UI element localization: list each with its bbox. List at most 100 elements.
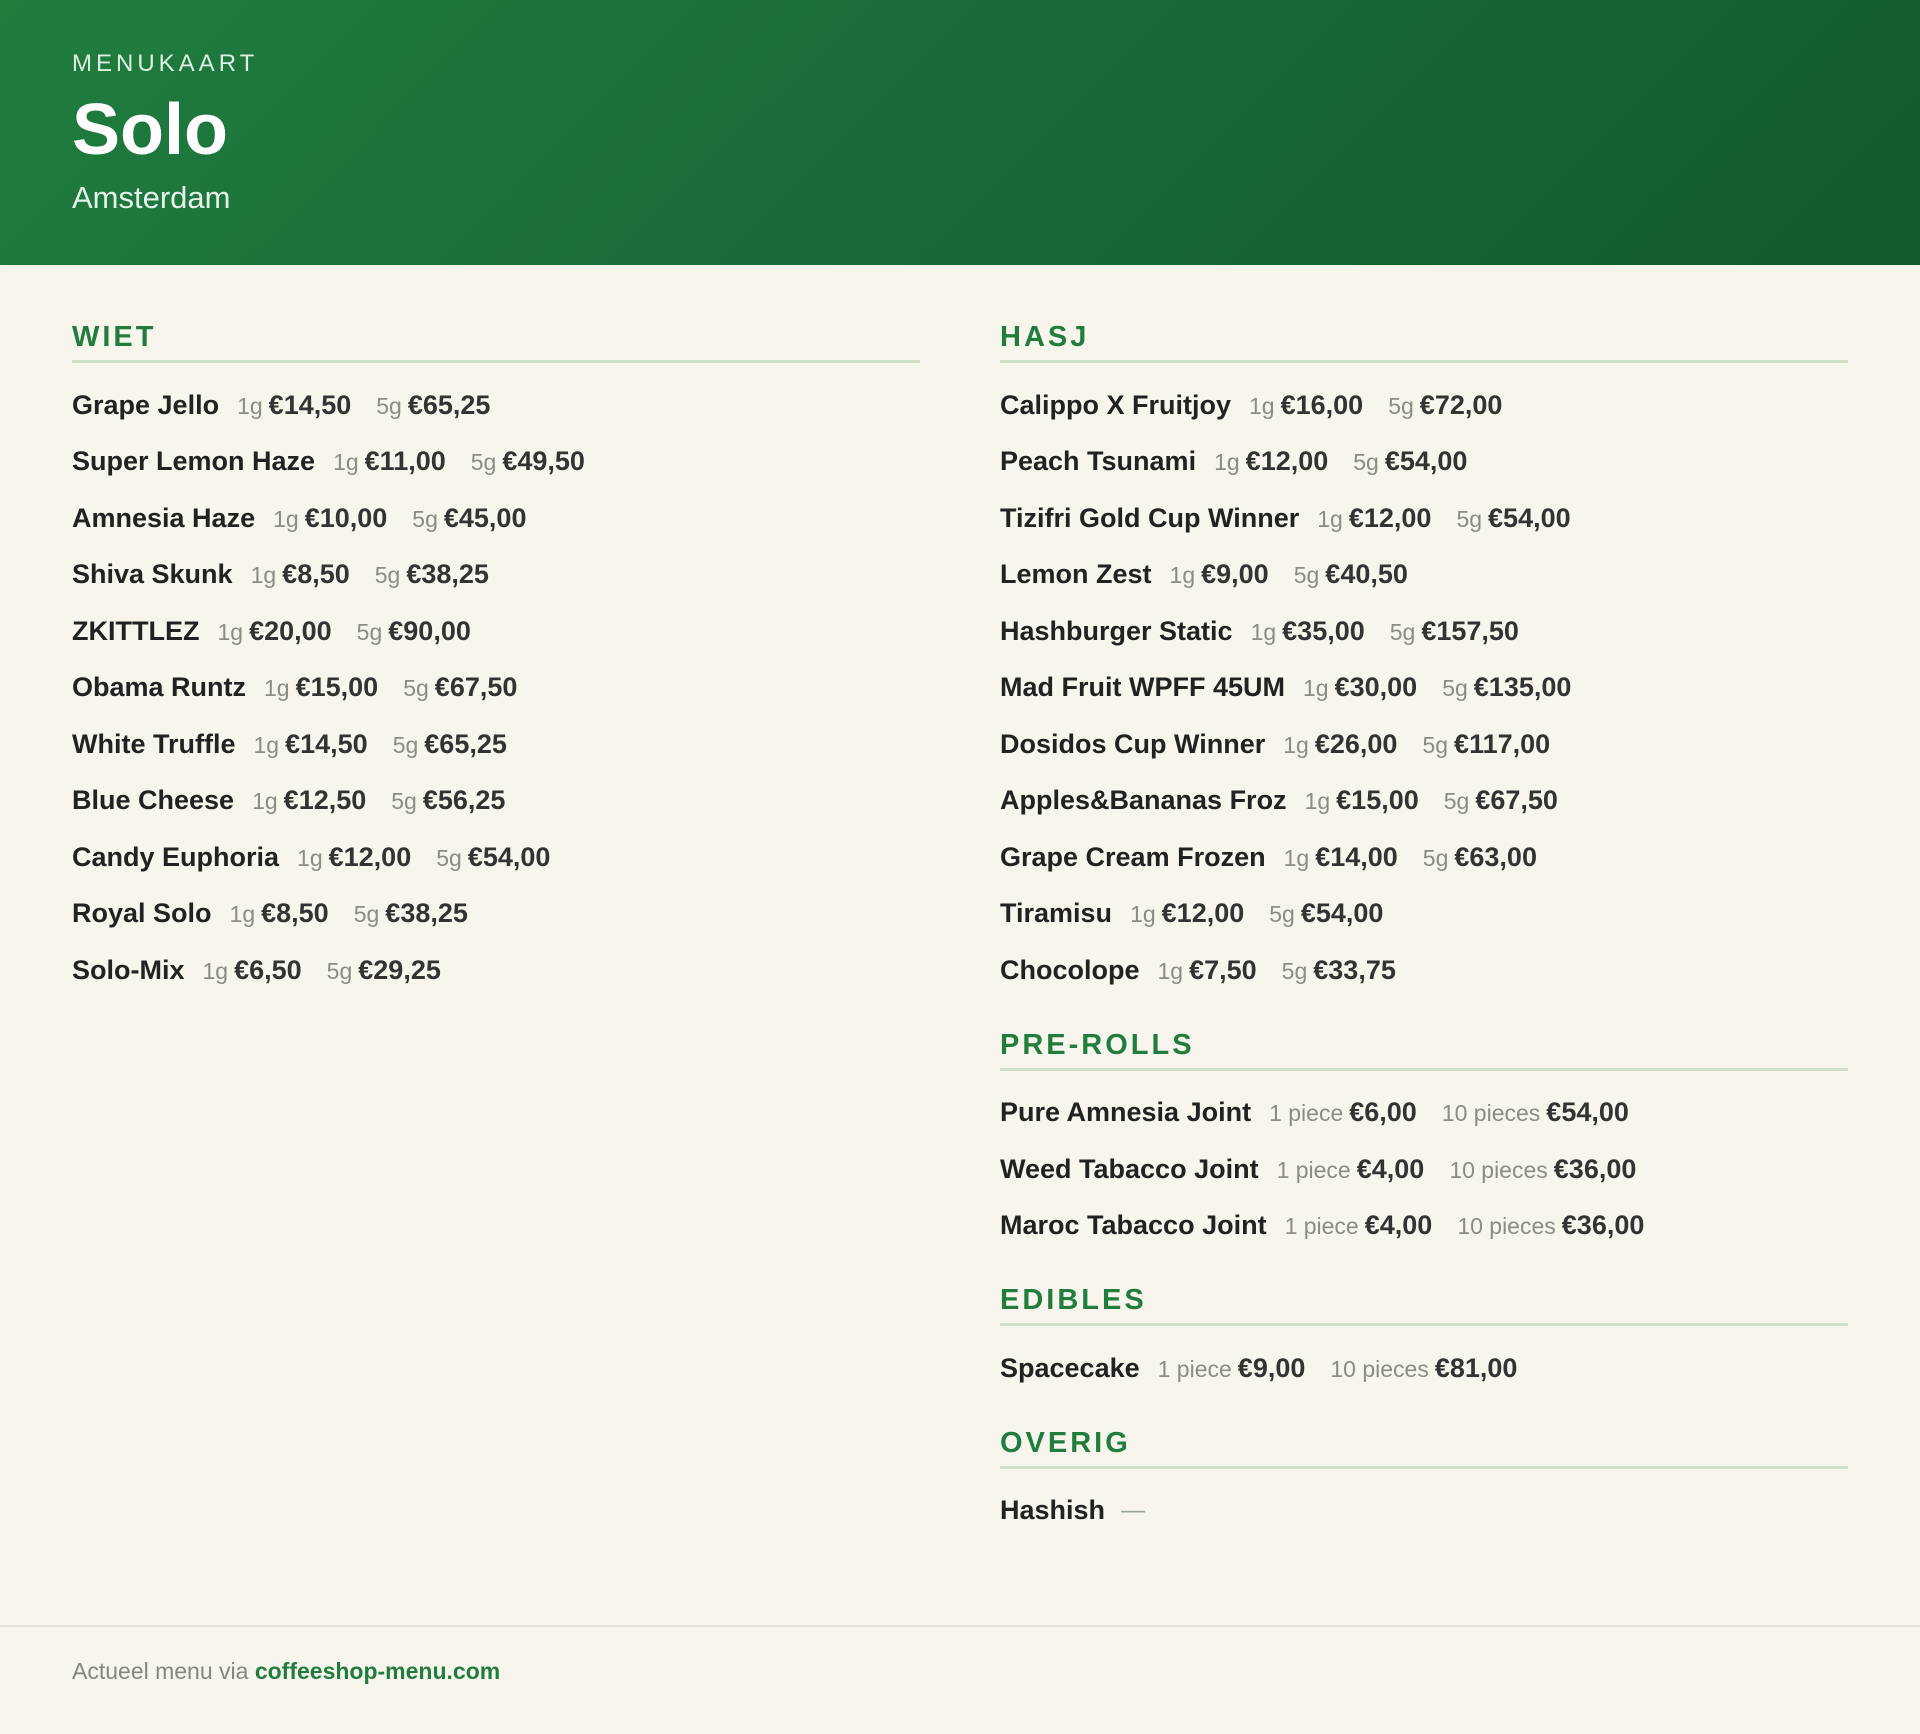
menu-item: Super Lemon Haze 1g €11,00 5g €49,50	[72, 434, 920, 491]
item-name: Tizifri Gold Cup Winner	[1000, 502, 1300, 533]
price-group: 1g €14,00	[1284, 842, 1398, 873]
price-unit: 1 piece	[1284, 1213, 1359, 1240]
price-unit: 5g	[374, 562, 401, 589]
price-value: €117,00	[1454, 728, 1551, 759]
price-unit: 5g	[436, 844, 462, 871]
menu-item: Hashburger Static 1g €35,00 5g €157,50	[1000, 603, 1848, 660]
price-value: €14,50	[285, 728, 368, 759]
price-value: €67,50	[1475, 785, 1558, 816]
menu-section: EDIBLES Spacecake 1 piece €9,00 10 pieces €81…	[1000, 1284, 1848, 1397]
price-value: €157,50	[1421, 615, 1519, 646]
item-name: Pure Amnesia Joint	[1000, 1097, 1252, 1128]
menu-item: Lemon Zest 1g €9,00 5g €40,50	[1000, 547, 1848, 604]
price-value: €38,25	[406, 559, 489, 590]
price-value: €6,50	[234, 954, 302, 985]
price-group: 1g €15,00	[1305, 785, 1419, 816]
price-group: 5g €65,25	[376, 390, 490, 421]
menu-item: Solo-Mix 1g €6,50 5g €29,25	[72, 942, 920, 999]
menu-item: Mad Fruit WPFF 45UM 1g €30,00 5g €135,00	[1000, 660, 1848, 717]
price-value: €7,50	[1189, 954, 1257, 985]
price-value: €67,50	[434, 672, 518, 703]
footer-link[interactable]: coffeeshop-menu.com	[255, 1658, 500, 1684]
price-unit: 10 pieces	[1457, 1213, 1556, 1240]
menu-item: Blue Cheese 1g €12,50 5g €56,25	[72, 773, 920, 830]
price-value: €54,00	[1384, 446, 1468, 477]
price-value: €36,00	[1561, 1210, 1645, 1241]
price-value: €56,25	[422, 785, 506, 816]
price-unit: 5g	[1353, 449, 1379, 476]
price-group: 5g €29,25	[327, 955, 441, 986]
item-name: ZKITTLEZ	[72, 615, 200, 646]
item-name: Hashburger Static	[1000, 615, 1233, 646]
price-group: 5g €54,00	[1269, 898, 1383, 929]
price-value: €10,00	[304, 502, 388, 533]
price-value: €65,25	[424, 728, 507, 759]
price-unit: 1g	[253, 731, 280, 758]
price-unit: 5g	[376, 392, 402, 419]
price-group: 1g €12,00	[297, 842, 411, 873]
price-group: 1g €30,00	[1303, 672, 1417, 703]
item-name: Chocolope	[1000, 954, 1140, 985]
item-name: Dosidos Cup Winner	[1000, 728, 1266, 759]
menu-item: Shiva Skunk 1g €8,50 5g €38,25	[72, 547, 920, 604]
item-name: Maroc Tabacco Joint	[1000, 1210, 1267, 1241]
price-group: 5g €33,75	[1282, 955, 1396, 986]
price-value: €12,00	[1348, 502, 1432, 533]
price-value: €72,00	[1419, 389, 1503, 420]
price-value: €15,00	[295, 672, 379, 703]
menu-item: Dosidos Cup Winner 1g €26,00 5g €117,00	[1000, 716, 1848, 773]
price-group: 1 piece €9,00	[1158, 1353, 1306, 1384]
menu-item: Maroc Tabacco Joint 1 piece €4,00 10 pieces…	[1000, 1198, 1848, 1255]
price-value: €12,00	[328, 841, 412, 872]
price-value: €40,50	[1325, 559, 1408, 590]
price-unit: 1g	[252, 788, 278, 815]
price-unit: 5g	[1442, 675, 1468, 702]
price-unit: 1g	[1317, 505, 1343, 532]
price-group: 5g €72,00	[1388, 390, 1502, 421]
price-unit: 5g	[1422, 844, 1449, 871]
price-unit: 10 pieces	[1441, 1100, 1541, 1127]
menu-section: HASJ Calippo X Fruitjoy 1g €16,00 5g €72,00 Pe…	[1000, 321, 1848, 999]
price-value: €12,00	[1245, 446, 1329, 477]
price-value: €35,00	[1282, 615, 1365, 646]
item-name: Lemon Zest	[1000, 559, 1152, 590]
menu-item: Amnesia Haze 1g €10,00 5g €45,00	[72, 490, 920, 547]
shop-city: Amsterdam	[72, 180, 231, 215]
price-group: 1g €15,00	[264, 672, 378, 703]
price-group: 1g €12,50	[252, 785, 366, 816]
price-group: 5g €45,00	[412, 503, 526, 534]
price-group: 1g €8,50	[251, 559, 350, 590]
price-group: 5g €90,00	[357, 616, 471, 647]
footer-prefix: Actueel menu via	[72, 1658, 255, 1684]
price-unit: 1g	[217, 618, 244, 645]
price-group: 1g €6,50	[203, 955, 302, 986]
menu-item: Tizifri Gold Cup Winner 1g €12,00 5g €54,00	[1000, 490, 1848, 547]
price-unit: 5g	[392, 731, 419, 758]
menu-item: Tiramisu 1g €12,00 5g €54,00	[1000, 886, 1848, 943]
price-unit: 5g	[1422, 731, 1449, 758]
price-group: 1g €12,00	[1317, 503, 1431, 534]
price-unit: 1g	[1130, 901, 1156, 928]
price-value: €6,00	[1349, 1097, 1417, 1128]
price-value: €38,25	[385, 898, 468, 929]
price-unit: 1 piece	[1157, 1355, 1232, 1382]
price-group: 1g €20,00	[217, 616, 331, 647]
price-group: 5g €135,00	[1442, 672, 1571, 703]
price-group: 10 pieces €36,00	[1449, 1154, 1636, 1185]
price-unit: 5g	[391, 788, 417, 815]
item-name: Blue Cheese	[72, 785, 235, 816]
menu-item: Grape Cream Frozen 1g €14,00 5g €63,00	[1000, 829, 1848, 886]
price-unit: 5g	[1281, 957, 1308, 984]
price-unit: 5g	[1293, 562, 1320, 589]
price-value: €14,50	[268, 389, 352, 420]
item-name: Hashish	[1000, 1495, 1106, 1526]
price-group: 1g €11,00	[333, 446, 446, 477]
price-group: 5g €40,50	[1294, 559, 1408, 590]
price-value: €9,00	[1201, 559, 1269, 590]
price-value: €16,00	[1280, 389, 1364, 420]
menu-item: Royal Solo 1g €8,50 5g €38,25	[72, 886, 920, 943]
price-value: €8,50	[261, 898, 329, 929]
menu-item: White Truffle 1g €14,50 5g €65,25	[72, 716, 920, 773]
price-value: €54,00	[1546, 1097, 1629, 1128]
price-group: 5g €157,50	[1390, 616, 1519, 647]
